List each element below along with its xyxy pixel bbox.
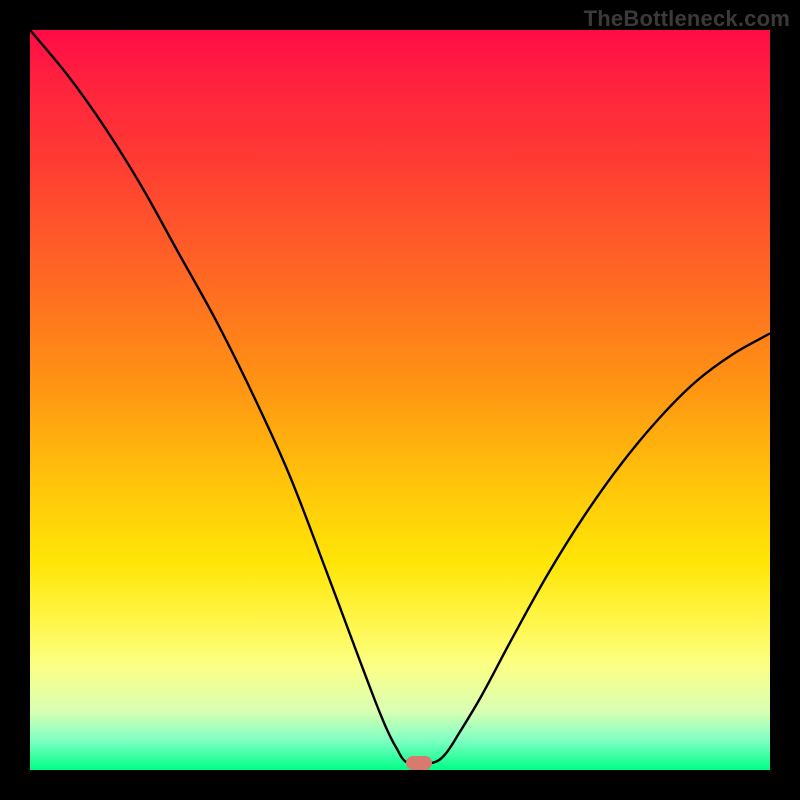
optimum-marker <box>406 756 432 770</box>
watermark-text: TheBottleneck.com <box>584 6 790 32</box>
chart-frame: TheBottleneck.com <box>0 0 800 800</box>
curve-layer <box>30 30 770 770</box>
plot-area <box>30 30 770 770</box>
bottleneck-curve <box>30 30 770 764</box>
